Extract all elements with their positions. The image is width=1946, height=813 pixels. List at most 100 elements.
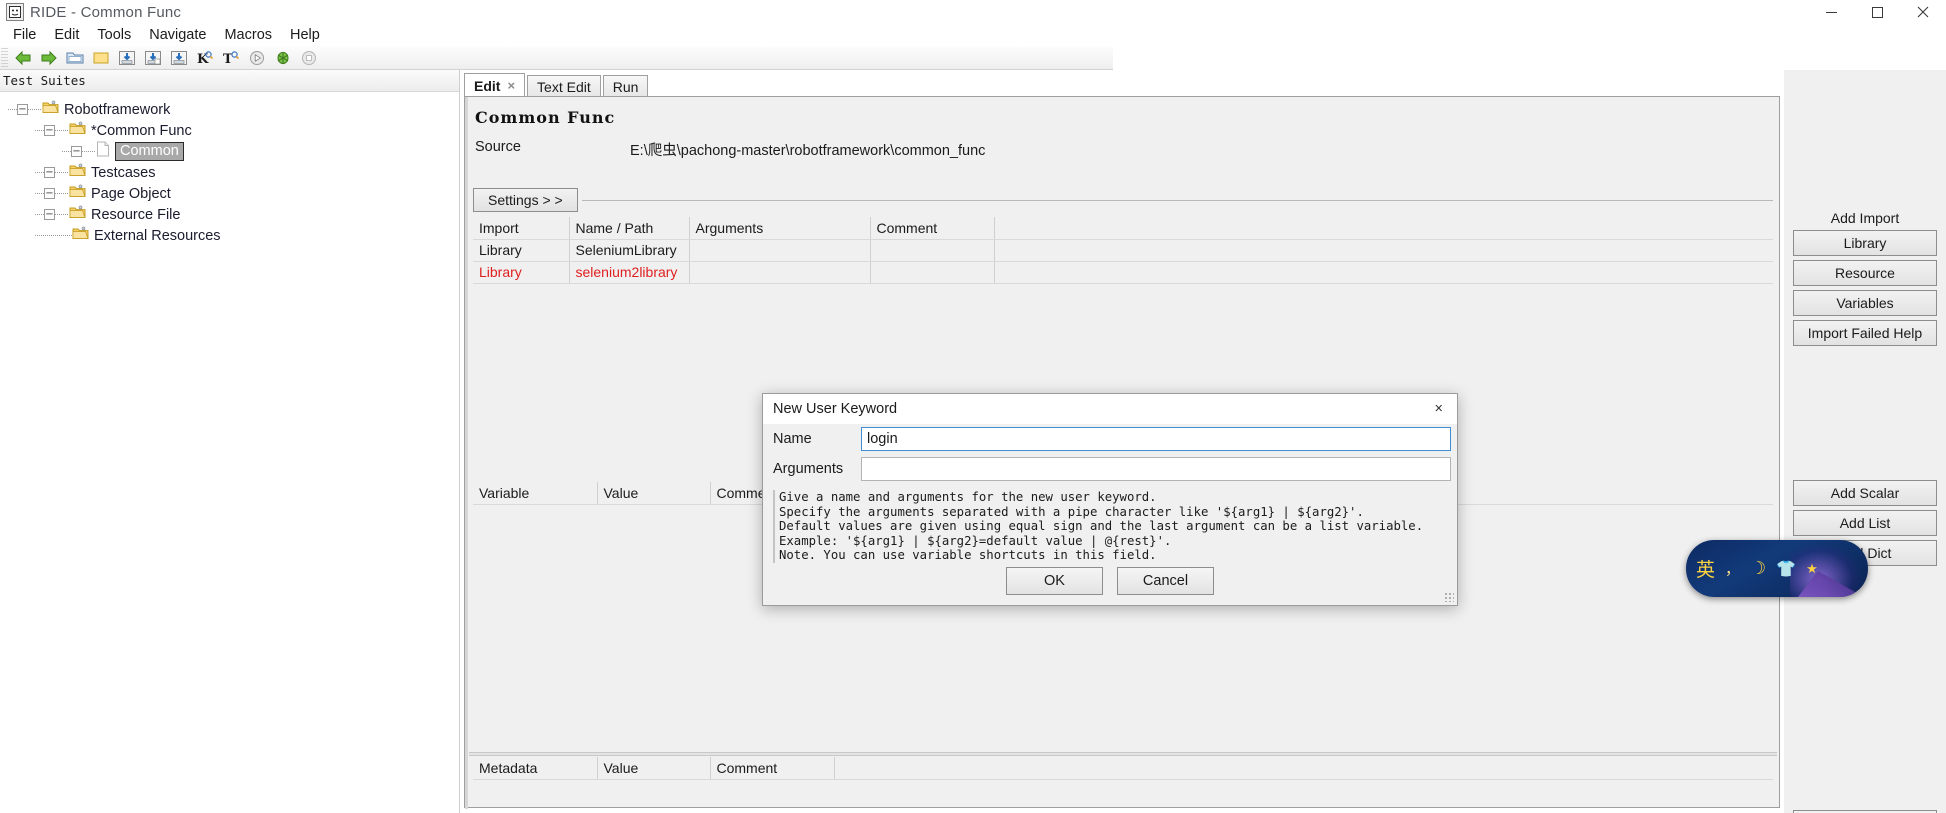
ime-skin-icon[interactable]: 👕 (1776, 559, 1796, 579)
ok-button[interactable]: OK (1006, 567, 1103, 595)
tree-item-robotframework[interactable]: − Robotframework (0, 99, 459, 120)
column-header-arguments: Arguments (689, 217, 871, 240)
forward-arrow-icon[interactable] (37, 47, 61, 69)
menu-navigate[interactable]: Navigate (140, 26, 215, 44)
cell-filler (994, 239, 1773, 262)
tree-guide-line (55, 130, 69, 131)
arguments-input[interactable] (861, 457, 1451, 481)
add-import-title: Add Import (1830, 210, 1900, 226)
menu-edit[interactable]: Edit (45, 26, 88, 44)
tree-item-common[interactable]: − Common (0, 141, 459, 162)
close-button[interactable] (1900, 0, 1946, 24)
cancel-button[interactable]: Cancel (1117, 567, 1214, 595)
add-resource-button[interactable]: Resource (1793, 260, 1937, 286)
add-list-button[interactable]: Add List (1793, 510, 1937, 536)
settings-toggle-row: Settings > > (473, 187, 1773, 213)
tab-run[interactable]: Run (602, 75, 649, 97)
window-title: RIDE - Common Func (30, 3, 182, 21)
ime-punctuation-button[interactable]: ， (1725, 558, 1740, 579)
cell-import-type[interactable]: Library (473, 261, 570, 284)
suite-folder-icon (72, 226, 89, 245)
close-icon[interactable]: × (507, 79, 515, 92)
search-tests-icon[interactable]: T (219, 47, 243, 69)
debug-icon[interactable] (271, 47, 295, 69)
table-header-row: Metadata Value Comment (473, 757, 1773, 780)
tree-guide-line (28, 109, 42, 110)
stop-icon[interactable] (297, 47, 321, 69)
cell-comment[interactable] (870, 261, 995, 284)
tree-expander-icon[interactable]: − (44, 125, 55, 136)
add-library-button[interactable]: Library (1793, 230, 1937, 256)
import-failed-help-button[interactable]: Import Failed Help (1793, 320, 1937, 346)
tab-text-edit[interactable]: Text Edit (527, 75, 601, 97)
new-folder-icon[interactable] (89, 47, 113, 69)
ime-star-icon[interactable]: ★ (1806, 561, 1818, 577)
menu-tools[interactable]: Tools (88, 26, 140, 44)
menu-bar: File Edit Tools Navigate Macros Help (0, 24, 1946, 46)
tree-expander-icon[interactable]: − (44, 188, 55, 199)
test-suites-tree[interactable]: − Robotframework − *Common Func − Common… (0, 92, 459, 246)
tab-label: Run (612, 78, 639, 95)
column-header-comment: Comment (870, 217, 995, 240)
ride-icon (6, 3, 24, 21)
dialog-resize-handle[interactable] (1444, 592, 1454, 602)
tree-item-testcases[interactable]: − Testcases (0, 162, 459, 183)
tab-edit[interactable]: Edit × (464, 73, 526, 97)
tree-item-label: Robotframework (64, 101, 171, 118)
tree-expander-icon[interactable]: − (71, 146, 82, 157)
add-scalar-button[interactable]: Add Scalar (1793, 480, 1937, 506)
tree-item-resource-file[interactable]: − Resource File (0, 204, 459, 225)
metadata-table[interactable]: Metadata Value Comment (473, 757, 1773, 780)
toolbar-drag-handle[interactable] (1, 47, 8, 68)
tree-item-label: Testcases (91, 164, 156, 181)
close-icon[interactable]: × (1427, 399, 1451, 419)
cell-import-type[interactable]: Library (473, 239, 570, 262)
tree-item-external-resources[interactable]: External Resources (0, 225, 459, 246)
suite-folder-icon (69, 205, 86, 224)
tree-item-page-object[interactable]: − Page Object (0, 183, 459, 204)
dialog-title-bar: New User Keyword × (763, 394, 1457, 424)
tree-expander-icon[interactable]: − (44, 209, 55, 220)
ime-moon-icon[interactable]: ☽ (1750, 558, 1766, 579)
menu-macros[interactable]: Macros (215, 26, 281, 44)
cell-arguments[interactable] (689, 239, 871, 262)
tree-expander-icon[interactable]: − (44, 167, 55, 178)
table-row: Library SeleniumLibrary (473, 239, 1773, 262)
test-suites-panel: Test Suites − Robotframework − *Common F… (0, 70, 460, 813)
ime-mode-button[interactable]: 英 (1696, 555, 1715, 582)
cell-name-path[interactable]: selenium2library (569, 261, 690, 284)
open-folder-icon[interactable] (63, 47, 87, 69)
name-input[interactable]: login (861, 427, 1451, 451)
save-icon[interactable] (115, 47, 139, 69)
cell-name-path[interactable]: SeleniumLibrary (569, 239, 690, 262)
title-bar: RIDE - Common Func (0, 0, 1946, 24)
run-icon[interactable] (245, 47, 269, 69)
ime-floating-bar[interactable]: 英 ， ☽ 👕 ★ (1686, 540, 1868, 597)
back-arrow-icon[interactable] (11, 47, 35, 69)
imports-table[interactable]: Import Name / Path Arguments Comment Lib… (473, 217, 1773, 284)
toolbar-empty-area (1113, 46, 1946, 70)
tree-guide-line (55, 193, 69, 194)
maximize-button[interactable] (1854, 0, 1900, 24)
tree-guide-line (35, 130, 44, 131)
tree-guide-line (55, 172, 69, 173)
cell-arguments[interactable] (689, 261, 871, 284)
settings-toggle-button[interactable]: Settings > > (473, 188, 578, 212)
add-variables-button[interactable]: Variables (1793, 290, 1937, 316)
tree-guide-line (35, 235, 72, 236)
save-as-icon[interactable] (167, 47, 191, 69)
tree-expander-icon[interactable]: − (17, 104, 28, 115)
minimize-button[interactable] (1808, 0, 1854, 24)
menu-file[interactable]: File (4, 26, 45, 44)
tree-guide-line (35, 214, 44, 215)
tree-item-label: *Common Func (91, 122, 192, 139)
save-all-icon[interactable] (141, 47, 165, 69)
name-label: Name (773, 431, 812, 447)
source-label: Source (475, 139, 521, 155)
table-row[interactable]: Library selenium2library (473, 261, 1773, 284)
menu-help[interactable]: Help (281, 26, 329, 44)
cell-comment[interactable] (870, 239, 995, 262)
search-keyword-icon[interactable]: K (193, 47, 217, 69)
window-controls (1808, 0, 1946, 24)
tree-item-common-func[interactable]: − *Common Func (0, 120, 459, 141)
